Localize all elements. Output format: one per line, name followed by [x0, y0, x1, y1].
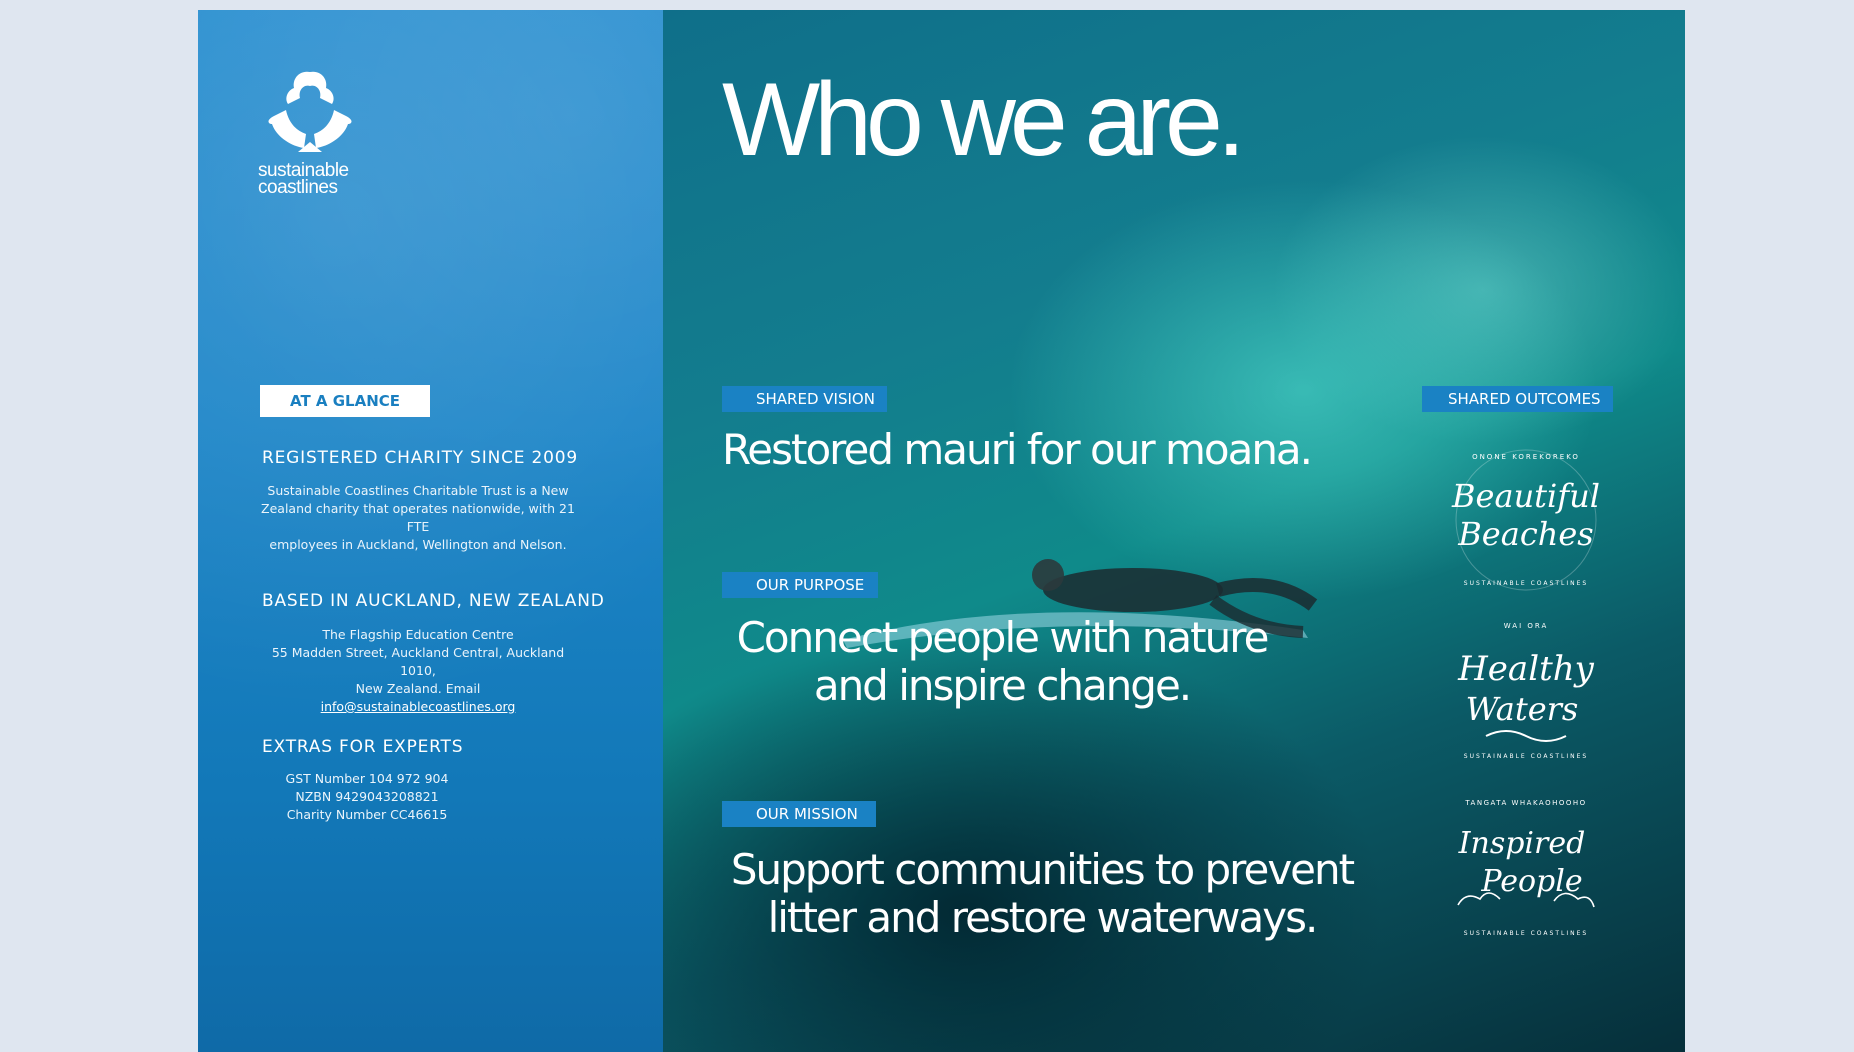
badge2-bottom: SUSTAINABLE COASTLINES	[1464, 753, 1588, 760]
extras-text: GST Number 104 972 904 NZBN 942904320882…	[262, 770, 472, 824]
wave-icon	[1485, 730, 1567, 742]
charity-text-line1: Sustainable Coastlines Charitable Trust …	[267, 483, 569, 498]
charity-heading: REGISTERED CHARITY SINCE 2009	[262, 448, 578, 468]
logo-text-line2: coastlines	[258, 177, 338, 198]
logo-wordmark: sustainable coastlines	[258, 161, 362, 198]
purpose-line2: and inspire change.	[813, 661, 1192, 710]
nzbn-number: NZBN 9429043208821	[295, 789, 439, 804]
mission-line1: Support communities to prevent	[730, 845, 1355, 894]
address-line3: New Zealand. Email info@sustainablecoast…	[258, 680, 578, 716]
based-heading: BASED IN AUCKLAND, NEW ZEALAND	[262, 591, 605, 611]
address-line1: The Flagship Education Centre	[322, 627, 514, 642]
at-a-glance-tag: AT A GLANCE	[260, 385, 431, 417]
badge1-top: ONONE KOREKOREKO	[1472, 453, 1580, 461]
beautiful-beaches-badge: ONONE KOREKOREKO Beautiful Beaches SUSTA…	[1451, 449, 1600, 591]
shared-outcomes-tag: SHARED OUTCOMES	[1422, 386, 1613, 412]
brand-logo: sustainable coastlines	[258, 68, 362, 198]
badge1-script2: Beaches	[1457, 515, 1593, 553]
badge2-script1: Healthy	[1457, 649, 1594, 689]
purpose-line1: Connect people with nature	[736, 613, 1270, 662]
page-title: Who we are.	[722, 62, 1246, 178]
gst-number: GST Number 104 972 904	[285, 771, 449, 786]
inspired-people-badge: TANGATA WHAKAOHOOHO Inspired People SUST…	[1457, 799, 1595, 937]
our-purpose-tag: OUR PURPOSE	[722, 572, 879, 598]
address-line3-text: New Zealand. Email	[355, 681, 481, 696]
shared-vision-tag: SHARED VISION	[722, 386, 887, 412]
purpose-statement: Connect people with nature and inspire c…	[712, 614, 1292, 710]
our-mission-tag: OUR MISSION	[722, 801, 876, 827]
badge3-bottom: SUSTAINABLE COASTLINES	[1464, 930, 1588, 937]
mission-line2: litter and restore waterways.	[767, 893, 1319, 942]
badge2-script2: Waters	[1466, 690, 1579, 728]
address-text: The Flagship Education Centre 55 Madden …	[258, 626, 578, 716]
extras-heading: EXTRAS FOR EXPERTS	[262, 737, 464, 757]
charity-text-line2: Zealand charity that operates nationwide…	[261, 501, 575, 534]
healthy-waters-badge: WAI ORA Healthy Waters SUSTAINABLE COAST…	[1457, 622, 1594, 760]
charity-text: Sustainable Coastlines Charitable Trust …	[258, 482, 578, 554]
badge1-script1: Beautiful	[1451, 477, 1600, 515]
badge2-top: WAI ORA	[1504, 622, 1549, 630]
badge3-script1: Inspired	[1458, 826, 1586, 861]
badge1-bottom: SUSTAINABLE COASTLINES	[1464, 580, 1588, 587]
mission-statement: Support communities to prevent litter an…	[712, 846, 1372, 942]
email-link[interactable]: info@sustainablecoastlines.org	[321, 699, 516, 714]
recycle-whale-icon	[268, 71, 352, 152]
vision-statement: Restored mauri for our moana.	[722, 425, 1313, 474]
charity-text-line3: employees in Auckland, Wellington and Ne…	[269, 537, 567, 552]
address-line2: 55 Madden Street, Auckland Central, Auck…	[271, 645, 565, 678]
charity-number: Charity Number CC46615	[286, 807, 448, 822]
badge3-top: TANGATA WHAKAOHOOHO	[1464, 799, 1586, 807]
